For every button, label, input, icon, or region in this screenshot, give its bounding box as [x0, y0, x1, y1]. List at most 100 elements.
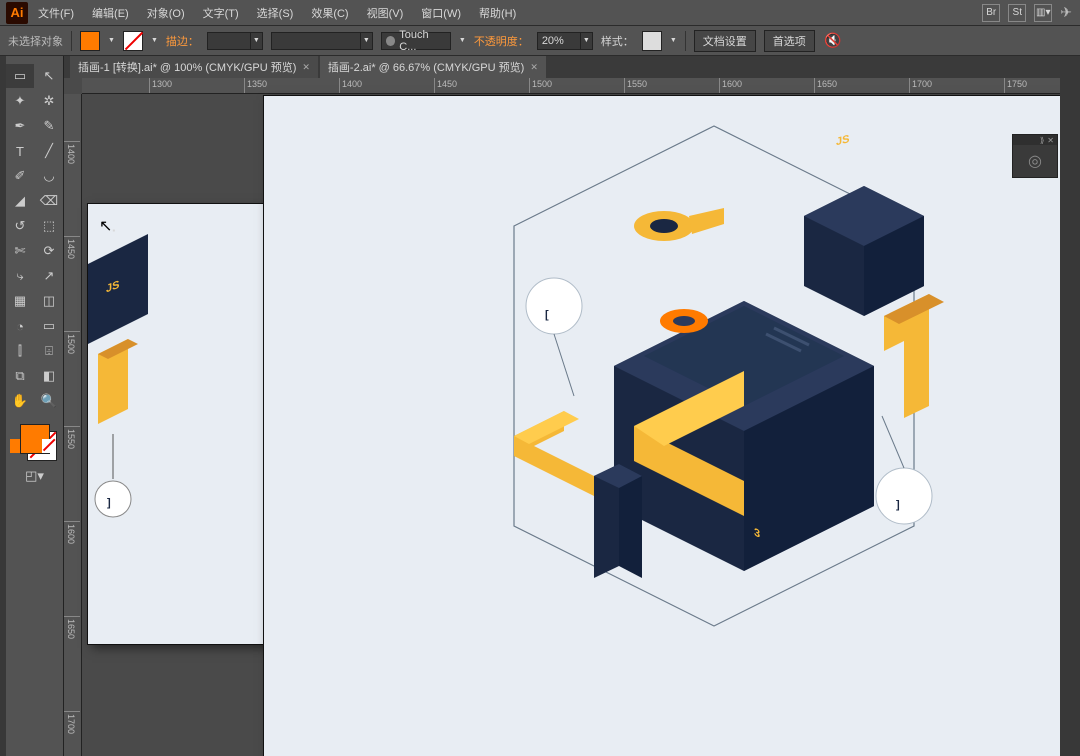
preferences-button[interactable]: 首选项	[764, 30, 815, 52]
stroke-weight-stepper[interactable]: ▼	[251, 32, 263, 50]
divider	[685, 31, 686, 51]
collapse-icon[interactable]: ⟫	[1040, 136, 1044, 145]
shaper-tool[interactable]: ◢	[6, 189, 34, 213]
ruler-tick: 1650	[66, 619, 76, 639]
tab-doc-2[interactable]: 插画-2.ai* @ 66.67% (CMYK/GPU 预览) ✕	[320, 56, 546, 78]
column-graph-tool[interactable]: ⌹	[35, 339, 63, 363]
lasso-tool[interactable]: ✲	[35, 89, 63, 113]
none-mode-icon[interactable]	[42, 439, 56, 453]
blob-brush-tool[interactable]: ◡	[35, 164, 63, 188]
zoom-tool[interactable]: 🔍	[35, 389, 63, 413]
style-dropdown-icon[interactable]: ▼	[670, 37, 677, 44]
rotate-tool[interactable]: ↺	[6, 214, 34, 238]
brush-definition[interactable]: Touch C...	[381, 32, 451, 50]
hand-tool[interactable]: ✋	[6, 389, 34, 413]
svg-text:]: ]	[896, 499, 900, 511]
audio-icon[interactable]: 🔇	[823, 31, 843, 51]
artboard-2-main: [ JS	[264, 96, 1080, 756]
artwork-2-illustration: [ JS	[264, 96, 1080, 756]
free-transform-tool[interactable]: ⟳	[35, 239, 63, 263]
workspace: ▭ ↖ ✦ ✲ ✒ ✎ T ╱ ✐ ◡ ◢ ⌫ ↺ ⬚ ✄ ⟳ ⤷ ↗ ▦ ◫ …	[0, 56, 1080, 756]
brush-name: Touch C...	[399, 29, 446, 53]
menu-view[interactable]: 视图(V)	[359, 1, 412, 25]
ruler-tick: 1550	[627, 79, 647, 89]
type-tool[interactable]: T	[6, 139, 34, 163]
brush-dropdown-icon[interactable]: ▼	[459, 37, 466, 44]
variable-width-field[interactable]	[271, 32, 361, 50]
width-tool[interactable]: ✄	[6, 239, 34, 263]
blend-tool[interactable]: ▭	[35, 314, 63, 338]
variable-width-dropdown[interactable]: ▼	[361, 32, 373, 50]
svg-text:JS: JS	[836, 133, 849, 148]
ruler-tick: 1750	[1007, 79, 1027, 89]
divider	[71, 31, 72, 51]
curvature-tool[interactable]: ✎	[35, 114, 63, 138]
canvas-area[interactable]: 插画-1 [转换].ai* @ 100% (CMYK/GPU 预览) ✕ 插画-…	[64, 56, 1080, 756]
graphic-style-swatch[interactable]	[642, 31, 662, 51]
line-tool[interactable]: ╱	[35, 139, 63, 163]
horizontal-ruler[interactable]: 1300 1350 1400 1450 1500 1550 1600 1650 …	[82, 78, 1080, 94]
panel-dial-icon[interactable]: ◎	[1013, 145, 1057, 177]
ruler-tick: 1500	[66, 334, 76, 354]
paintbrush-tool[interactable]: ✐	[6, 164, 34, 188]
gradient-tool[interactable]: ◫	[35, 289, 63, 313]
scale-tool[interactable]: ⬚	[35, 214, 63, 238]
gpu-icon[interactable]: ✈	[1060, 4, 1072, 21]
opacity-field[interactable]: 20%	[537, 32, 581, 50]
document-tabs: 插画-1 [转换].ai* @ 100% (CMYK/GPU 预览) ✕ 插画-…	[64, 56, 1080, 78]
tab-doc-1[interactable]: 插画-1 [转换].ai* @ 100% (CMYK/GPU 预览) ✕	[70, 56, 318, 78]
vertical-ruler[interactable]: 1400 1450 1500 1550 1600 1650 1700	[64, 94, 82, 756]
brush-dot-icon	[386, 36, 395, 46]
mesh-tool[interactable]: ▦	[6, 289, 34, 313]
ruler-tick: 1350	[247, 79, 267, 89]
artboard-tool[interactable]: ⧉	[6, 364, 34, 388]
direct-selection-tool[interactable]: ↖	[35, 64, 63, 88]
right-dock-strip[interactable]	[1060, 56, 1080, 756]
perspective-tool[interactable]: ↗	[35, 264, 63, 288]
slice-tool[interactable]: ◧	[35, 364, 63, 388]
close-icon[interactable]: ✕	[1047, 136, 1054, 145]
ruler-tick: 1700	[912, 79, 932, 89]
screen-mode-tool[interactable]: ◰▾	[6, 464, 63, 488]
menu-effect[interactable]: 效果(C)	[303, 1, 356, 25]
stroke-swatch[interactable]	[123, 31, 143, 51]
close-icon[interactable]: ✕	[302, 62, 310, 73]
ruler-tick: 1700	[66, 714, 76, 734]
ruler-tick: 1500	[532, 79, 552, 89]
stroke-dropdown-icon[interactable]: ▼	[151, 37, 158, 44]
shape-builder-tool[interactable]: ⤷	[6, 264, 34, 288]
ruler-tick: 1550	[66, 429, 76, 449]
stroke-weight-field[interactable]	[207, 32, 251, 50]
ruler-tick: 1400	[66, 144, 76, 164]
selection-tool[interactable]: ▭	[6, 64, 34, 88]
eyedropper-tool[interactable]: ◔	[6, 314, 34, 338]
close-icon[interactable]: ✕	[530, 62, 538, 73]
magic-wand-tool[interactable]: ✦	[6, 89, 34, 113]
tools-panel: ▭ ↖ ✦ ✲ ✒ ✎ T ╱ ✐ ◡ ◢ ⌫ ↺ ⬚ ✄ ⟳ ⤷ ↗ ▦ ◫ …	[6, 56, 64, 756]
stock-icon[interactable]: St	[1008, 4, 1026, 22]
menu-help[interactable]: 帮助(H)	[471, 1, 524, 25]
swatch-dropdown-icon[interactable]: ▼	[108, 37, 115, 44]
floating-panel[interactable]: ⟫ ✕ ◎	[1012, 134, 1058, 178]
pen-tool[interactable]: ✒	[6, 114, 34, 138]
eraser-tool[interactable]: ⌫	[35, 189, 63, 213]
arrange-docs-icon[interactable]: ▥▾	[1034, 4, 1052, 22]
menu-file[interactable]: 文件(F)	[30, 1, 82, 25]
stroke-label: 描边：	[166, 33, 199, 49]
svg-text:[: [	[545, 309, 549, 321]
control-bar: 未选择对象 ▼ ▼ 描边： ▼ ▼ Touch C... ▼ 不透明度： 20%…	[0, 26, 1080, 56]
menu-type[interactable]: 文字(T)	[195, 1, 247, 25]
symbol-sprayer-tool[interactable]: ⫿	[6, 339, 34, 363]
fill-swatch[interactable]	[80, 31, 100, 51]
menu-window[interactable]: 窗口(W)	[413, 1, 469, 25]
document-setup-button[interactable]: 文档设置	[694, 30, 756, 52]
menu-edit[interactable]: 编辑(E)	[84, 1, 137, 25]
opacity-label: 不透明度：	[474, 33, 529, 49]
bridge-icon[interactable]: Br	[982, 4, 1000, 22]
style-label: 样式：	[601, 33, 634, 49]
menubar: Ai 文件(F) 编辑(E) 对象(O) 文字(T) 选择(S) 效果(C) 视…	[0, 0, 1080, 26]
menu-object[interactable]: 对象(O)	[139, 1, 193, 25]
menu-select[interactable]: 选择(S)	[249, 1, 302, 25]
opacity-dropdown[interactable]: ▼	[581, 32, 593, 50]
cursor-icon: ↖▪	[99, 216, 115, 236]
